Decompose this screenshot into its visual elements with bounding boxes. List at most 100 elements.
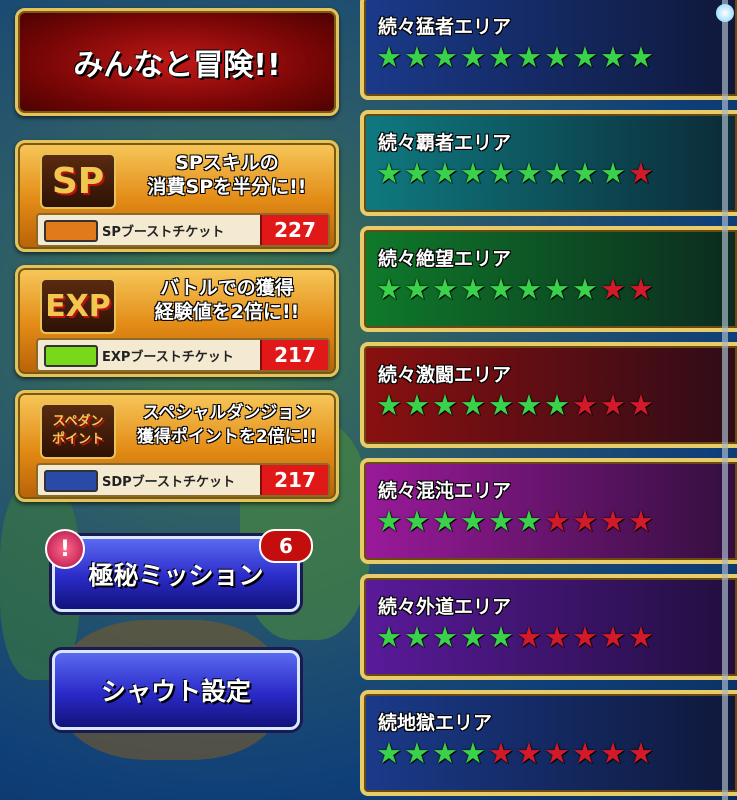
exp-emblem-icon: EXP — [40, 278, 116, 334]
green-star-icon: ★ — [516, 156, 542, 190]
shout-settings-button[interactable]: シャウト設定 — [52, 650, 300, 730]
green-star-icon: ★ — [488, 40, 514, 74]
area-name: 続々絶望エリア — [378, 248, 512, 270]
green-star-icon: ★ — [516, 504, 542, 538]
green-star-icon: ★ — [376, 156, 402, 190]
red-star-icon: ★ — [572, 388, 598, 422]
sdp-boost-description: スペシャルダンジョン 獲得ポイントを2倍に!! — [136, 403, 318, 447]
red-star-icon: ★ — [628, 620, 654, 654]
red-star-icon: ★ — [600, 388, 626, 422]
green-star-icon: ★ — [628, 40, 654, 74]
green-star-icon: ★ — [572, 156, 598, 190]
secret-mission-button[interactable]: ! 極秘ミッション 6 — [45, 529, 313, 612]
area-name: 続々混沌エリア — [378, 480, 512, 502]
area-row[interactable]: 続々絶望エリア ★ ★ ★ ★ ★ ★ ★ ★ ★ ★ — [360, 226, 737, 332]
difficulty-stars: ★ ★ ★ ★ ★ ★ ★ ★ ★ ★ — [376, 158, 654, 188]
difficulty-stars: ★ ★ ★ ★ ★ ★ ★ ★ ★ ★ — [376, 390, 654, 420]
area-name: 続々激闘エリア — [378, 364, 512, 386]
green-star-icon: ★ — [544, 388, 570, 422]
area-row[interactable]: 続々激闘エリア ★ ★ ★ ★ ★ ★ ★ ★ ★ ★ — [360, 342, 737, 448]
sp-emblem-icon: SP — [40, 153, 116, 209]
scrollbar-thumb[interactable] — [716, 4, 734, 22]
green-star-icon: ★ — [376, 388, 402, 422]
sdp-ticket-count: 217 — [260, 465, 328, 495]
difficulty-stars: ★ ★ ★ ★ ★ ★ ★ ★ ★ ★ — [376, 274, 654, 304]
red-star-icon: ★ — [628, 388, 654, 422]
area-name: 続々猛者エリア — [378, 16, 512, 38]
green-star-icon: ★ — [516, 40, 542, 74]
game-screen: { "main_button": {"label": "みんなと冒険!!"}, … — [0, 0, 737, 800]
play-with-everyone-label: みんなと冒険!! — [73, 48, 281, 83]
green-star-icon: ★ — [460, 388, 486, 422]
sdp-boost-panel[interactable]: スペダン ポイント スペシャルダンジョン 獲得ポイントを2倍に!! SDPブース… — [15, 390, 339, 502]
green-star-icon: ★ — [460, 272, 486, 306]
red-star-icon: ★ — [544, 736, 570, 770]
green-star-icon: ★ — [460, 40, 486, 74]
green-star-icon: ★ — [432, 272, 458, 306]
green-star-icon: ★ — [544, 156, 570, 190]
green-star-icon: ★ — [404, 736, 430, 770]
sp-ticket-bar: SPブーストチケット 227 — [36, 213, 330, 247]
difficulty-stars: ★ ★ ★ ★ ★ ★ ★ ★ ★ ★ — [376, 506, 654, 536]
green-star-icon: ★ — [572, 272, 598, 306]
play-with-everyone-button[interactable]: みんなと冒険!! — [15, 8, 339, 116]
green-star-icon: ★ — [376, 620, 402, 654]
ticket-icon — [44, 470, 98, 492]
red-star-icon: ★ — [544, 620, 570, 654]
red-star-icon: ★ — [628, 736, 654, 770]
difficulty-stars: ★ ★ ★ ★ ★ ★ ★ ★ ★ ★ — [376, 622, 654, 652]
green-star-icon: ★ — [432, 504, 458, 538]
green-star-icon: ★ — [432, 620, 458, 654]
green-star-icon: ★ — [544, 40, 570, 74]
green-star-icon: ★ — [488, 156, 514, 190]
area-name: 続々外道エリア — [378, 596, 512, 618]
difficulty-stars: ★ ★ ★ ★ ★ ★ ★ ★ ★ ★ — [376, 738, 654, 768]
area-row[interactable]: 続々混沌エリア ★ ★ ★ ★ ★ ★ ★ ★ ★ ★ — [360, 458, 737, 564]
red-star-icon: ★ — [628, 156, 654, 190]
area-row[interactable]: 続地獄エリア ★ ★ ★ ★ ★ ★ ★ ★ ★ ★ — [360, 690, 737, 796]
red-star-icon: ★ — [488, 736, 514, 770]
area-name: 続地獄エリア — [378, 712, 493, 734]
sp-ticket-label: SPブーストチケット — [102, 225, 225, 240]
green-star-icon: ★ — [432, 40, 458, 74]
area-row[interactable]: 続々外道エリア ★ ★ ★ ★ ★ ★ ★ ★ ★ ★ — [360, 574, 737, 680]
red-star-icon: ★ — [600, 272, 626, 306]
sp-boost-panel[interactable]: SP SPスキルの 消費SPを半分に!! SPブーストチケット 227 — [15, 140, 339, 252]
green-star-icon: ★ — [460, 736, 486, 770]
sp-boost-description: SPスキルの 消費SPを半分に!! — [147, 152, 307, 198]
secret-mission-label: 極秘ミッション — [88, 561, 264, 590]
green-star-icon: ★ — [432, 156, 458, 190]
green-star-icon: ★ — [376, 272, 402, 306]
green-star-icon: ★ — [600, 156, 626, 190]
scrollbar[interactable] — [722, 0, 728, 800]
green-star-icon: ★ — [404, 272, 430, 306]
exp-ticket-bar: EXPブーストチケット 217 — [36, 338, 330, 372]
ticket-icon — [44, 345, 98, 367]
red-star-icon: ★ — [628, 272, 654, 306]
green-star-icon: ★ — [432, 736, 458, 770]
green-star-icon: ★ — [516, 272, 542, 306]
green-star-icon: ★ — [600, 40, 626, 74]
exp-ticket-count: 217 — [260, 340, 328, 370]
green-star-icon: ★ — [376, 736, 402, 770]
green-star-icon: ★ — [376, 40, 402, 74]
red-star-icon: ★ — [572, 736, 598, 770]
area-row[interactable]: 続々覇者エリア ★ ★ ★ ★ ★ ★ ★ ★ ★ ★ — [360, 110, 737, 216]
spedan-point-emblem-icon: スペダン ポイント — [40, 403, 116, 459]
exp-boost-panel[interactable]: EXP バトルでの獲得 経験値を2倍に!! EXPブーストチケット 217 — [15, 265, 339, 377]
green-star-icon: ★ — [544, 272, 570, 306]
green-star-icon: ★ — [404, 620, 430, 654]
green-star-icon: ★ — [488, 272, 514, 306]
green-star-icon: ★ — [432, 388, 458, 422]
green-star-icon: ★ — [404, 504, 430, 538]
green-star-icon: ★ — [460, 620, 486, 654]
red-star-icon: ★ — [516, 620, 542, 654]
green-star-icon: ★ — [460, 504, 486, 538]
area-row[interactable]: 続々猛者エリア ★ ★ ★ ★ ★ ★ ★ ★ ★ ★ — [360, 0, 737, 100]
green-star-icon: ★ — [404, 40, 430, 74]
red-star-icon: ★ — [600, 620, 626, 654]
exp-ticket-label: EXPブーストチケット — [102, 350, 234, 365]
difficulty-stars: ★ ★ ★ ★ ★ ★ ★ ★ ★ ★ — [376, 42, 654, 72]
sdp-ticket-label: SDPブーストチケット — [102, 475, 236, 490]
red-star-icon: ★ — [544, 504, 570, 538]
